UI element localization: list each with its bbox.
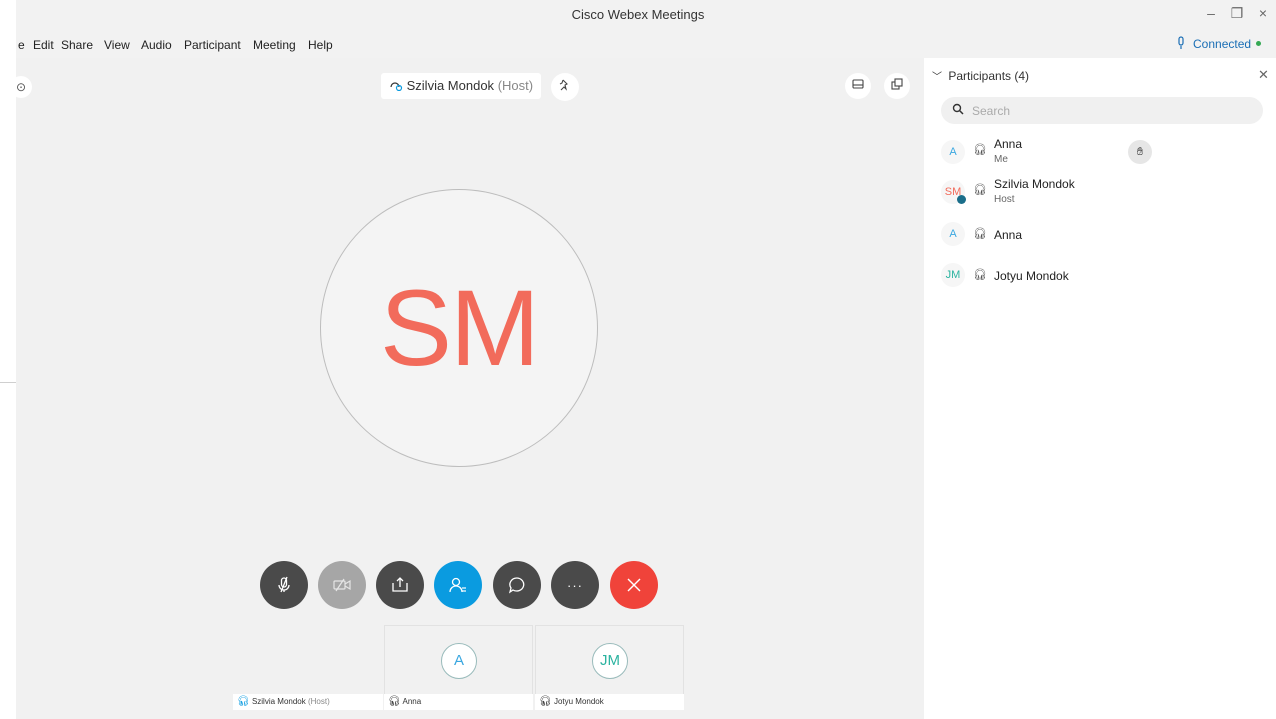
share-button[interactable]	[376, 561, 424, 609]
meeting-info-button[interactable]: ⊙	[10, 76, 32, 98]
participant-row[interactable]: A 🎧︎ Anna Me	[941, 137, 1141, 172]
restore-button[interactable]: ❐	[1226, 4, 1248, 22]
menu-item-meeting[interactable]: Meeting	[253, 38, 296, 52]
participants-icon	[449, 577, 466, 593]
participants-panel-header[interactable]: ﹀ Participants (4)	[932, 68, 1029, 83]
desktop-background	[0, 0, 16, 719]
active-speaker-role: (Host)	[497, 78, 534, 93]
connection-status-dot	[1256, 41, 1261, 46]
thumbnail-label: 🎧︎ Szilvia Mondok (Host)	[233, 694, 383, 710]
participant-row[interactable]: A 🎧︎ Anna	[941, 222, 1141, 250]
thumbnail-avatar: A	[441, 643, 477, 679]
speaking-icon: 🎧︎	[237, 696, 250, 707]
active-speaker-avatar: SM	[320, 189, 598, 467]
raise-hand-icon[interactable]: ✋︎	[1128, 140, 1152, 164]
chat-icon	[508, 577, 525, 594]
menu-item-help[interactable]: Help	[308, 38, 333, 52]
participant-search-input[interactable]	[972, 102, 1252, 120]
video-button[interactable]	[318, 561, 366, 609]
leave-meeting-button[interactable]	[610, 561, 658, 609]
close-icon	[627, 578, 641, 592]
chevron-down-icon: ﹀	[932, 72, 942, 83]
participant-row[interactable]: JM 🎧︎ Jotyu Mondok	[941, 263, 1141, 291]
participant-thumbnail[interactable]: JM	[535, 625, 684, 695]
search-icon	[952, 103, 964, 118]
participants-panel-title: Participants (4)	[948, 69, 1030, 83]
headset-icon: 🎧︎	[973, 144, 987, 156]
menu-item-view[interactable]: View	[104, 38, 130, 52]
share-icon	[392, 577, 408, 592]
video-off-icon	[333, 578, 351, 592]
active-speaker-initials: SM	[380, 267, 540, 388]
layout-icon[interactable]	[845, 73, 871, 99]
thumbnail-name: Anna	[402, 697, 422, 706]
thumbnail-label: 🎧︎ Jotyu Mondok	[535, 694, 684, 710]
microphone-off-icon	[278, 576, 290, 593]
active-speaker-label: Szilvia Mondok (Host)	[381, 73, 542, 99]
chat-button[interactable]	[493, 561, 541, 609]
participants-button[interactable]	[434, 561, 482, 609]
close-panel-icon[interactable]: ✕	[1258, 67, 1269, 83]
participant-role: Host	[994, 194, 1015, 205]
speaking-icon	[390, 82, 403, 92]
thumbnail-avatar: JM	[592, 643, 628, 679]
pin-icon[interactable]	[551, 73, 579, 101]
menu-item-edit[interactable]: Edit	[33, 38, 54, 52]
participant-name: Anna	[994, 137, 1023, 151]
microphone-status-icon	[1177, 36, 1185, 50]
participant-role: Me	[994, 154, 1008, 165]
popout-icon[interactable]	[884, 73, 910, 99]
menu-item-share[interactable]: Share	[61, 38, 93, 52]
headset-icon: 🎧︎	[973, 184, 987, 196]
active-speaker-name: Szilvia Mondok	[406, 78, 495, 93]
headset-icon: 🎧︎	[973, 269, 987, 281]
minimize-button[interactable]: –	[1200, 4, 1222, 22]
participant-name: Anna	[994, 228, 1023, 242]
participant-name: Jotyu Mondok	[994, 269, 1069, 283]
participant-avatar: JM	[941, 263, 965, 287]
participant-avatar: A	[941, 222, 965, 246]
menu-item-file[interactable]: e	[18, 38, 25, 52]
mute-button[interactable]	[260, 561, 308, 609]
desktop-divider	[0, 382, 16, 383]
menu-item-participant[interactable]: Participant	[184, 38, 241, 52]
thumbnail-name: Jotyu Mondok	[553, 697, 604, 706]
presenter-badge-icon	[957, 195, 966, 204]
headset-icon: 🎧︎	[539, 696, 552, 707]
thumbnail-name: Szilvia Mondok	[251, 697, 306, 706]
close-button[interactable]: ×	[1252, 4, 1274, 22]
participant-thumbnail[interactable]: A	[384, 625, 533, 695]
participant-row[interactable]: SM 🎧︎ Szilvia Mondok Host	[941, 177, 1141, 212]
participant-avatar: A	[941, 140, 965, 164]
thumbnail-label: 🎧︎ Anna	[384, 694, 533, 710]
headset-icon: 🎧︎	[388, 696, 401, 707]
window-title: Cisco Webex Meetings	[571, 7, 705, 22]
menu-item-audio[interactable]: Audio	[141, 38, 172, 52]
more-options-button[interactable]: ···	[551, 561, 599, 609]
connection-status: Connected	[1193, 37, 1252, 51]
participant-name: Szilvia Mondok	[994, 177, 1075, 191]
headset-icon: 🎧︎	[973, 228, 987, 240]
thumbnail-role: (Host)	[307, 697, 330, 706]
